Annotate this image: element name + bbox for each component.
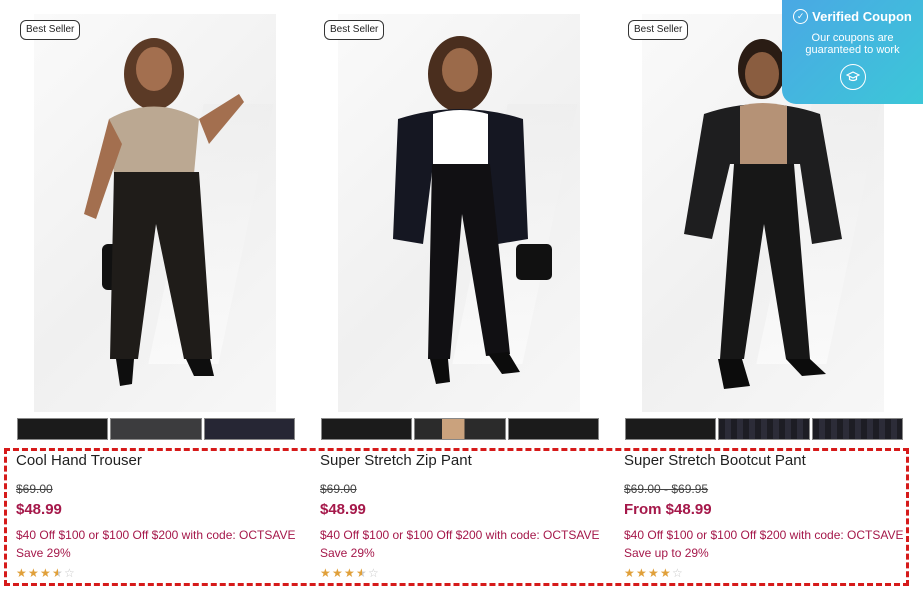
swatch-black[interactable] <box>321 418 413 440</box>
original-price: $69.00 - $69.95 <box>624 482 709 496</box>
star-icon: ★ <box>52 566 64 580</box>
color-swatches <box>625 418 903 440</box>
star-icon: ☆ <box>64 566 76 580</box>
star-icon: ★ <box>344 566 356 580</box>
product-info: Cool Hand Trouser $69.00 $48.99 $40 Off … <box>16 452 298 580</box>
product-image[interactable] <box>338 14 580 412</box>
product-name[interactable]: Cool Hand Trouser <box>16 452 298 472</box>
star-icon: ★ <box>636 566 648 580</box>
star-icon: ★ <box>660 566 672 580</box>
original-price: $69.00 <box>16 482 53 496</box>
star-icon: ★ <box>40 566 52 580</box>
product-name[interactable]: Super Stretch Bootcut Pant <box>624 452 906 472</box>
graduation-cap-icon[interactable] <box>839 64 866 90</box>
product-name[interactable]: Super Stretch Zip Pant <box>320 452 602 472</box>
original-price: $69.00 <box>320 482 357 496</box>
savings-text: Save 29% <box>320 546 375 560</box>
color-swatches <box>321 418 599 440</box>
model-photo <box>393 36 552 384</box>
savings-text: Save 29% <box>16 546 71 560</box>
swatch-plaid[interactable] <box>718 418 810 440</box>
coupon-title: Verified Coupon <box>812 9 912 24</box>
sale-price: $48.99 <box>320 501 366 518</box>
swatch-navy[interactable] <box>203 418 295 440</box>
savings-text: Save up to 29% <box>624 546 709 560</box>
star-icon: ★ <box>320 566 332 580</box>
product-info: Super Stretch Zip Pant $69.00 $48.99 $40… <box>320 452 602 580</box>
model-photo <box>84 38 244 386</box>
star-rating: ★★★★☆ <box>320 566 602 580</box>
sale-price: From $48.99 <box>624 501 712 518</box>
coupon-subtitle: Our coupons are guaranteed to work <box>805 32 900 56</box>
star-icon: ★ <box>28 566 40 580</box>
star-icon: ★ <box>624 566 636 580</box>
swatch-black[interactable] <box>625 418 717 440</box>
star-icon: ★ <box>16 566 28 580</box>
sale-price: $48.99 <box>16 501 62 518</box>
verified-coupon-widget[interactable]: ✓ Verified Coupon Our coupons are guaran… <box>782 0 923 104</box>
swatch-skin[interactable] <box>414 418 506 440</box>
swatch-plaid-2[interactable] <box>811 418 903 440</box>
star-rating: ★★★★☆ <box>16 566 298 580</box>
star-icon: ☆ <box>368 566 380 580</box>
star-rating: ★★★★☆ <box>624 566 906 580</box>
promo-text: $40 Off $100 or $100 Off $200 with code:… <box>320 528 600 542</box>
color-swatches <box>17 418 295 440</box>
best-seller-badge: Best Seller <box>20 20 81 40</box>
swatch-black-2[interactable] <box>507 418 599 440</box>
star-icon: ★ <box>356 566 368 580</box>
page-continuation <box>0 597 923 602</box>
promo-text: $40 Off $100 or $100 Off $200 with code:… <box>16 528 296 542</box>
best-seller-badge: Best Seller <box>628 20 689 40</box>
check-circle-icon: ✓ <box>793 9 809 24</box>
star-icon: ☆ <box>672 566 684 580</box>
swatch-black[interactable] <box>17 418 109 440</box>
star-icon: ★ <box>648 566 660 580</box>
star-icon: ★ <box>332 566 344 580</box>
promo-text: $40 Off $100 or $100 Off $200 with code:… <box>624 528 904 542</box>
product-image[interactable] <box>34 14 276 412</box>
product-info: Super Stretch Bootcut Pant $69.00 - $69.… <box>624 452 906 580</box>
swatch-charcoal[interactable] <box>110 418 202 440</box>
best-seller-badge: Best Seller <box>324 20 385 40</box>
